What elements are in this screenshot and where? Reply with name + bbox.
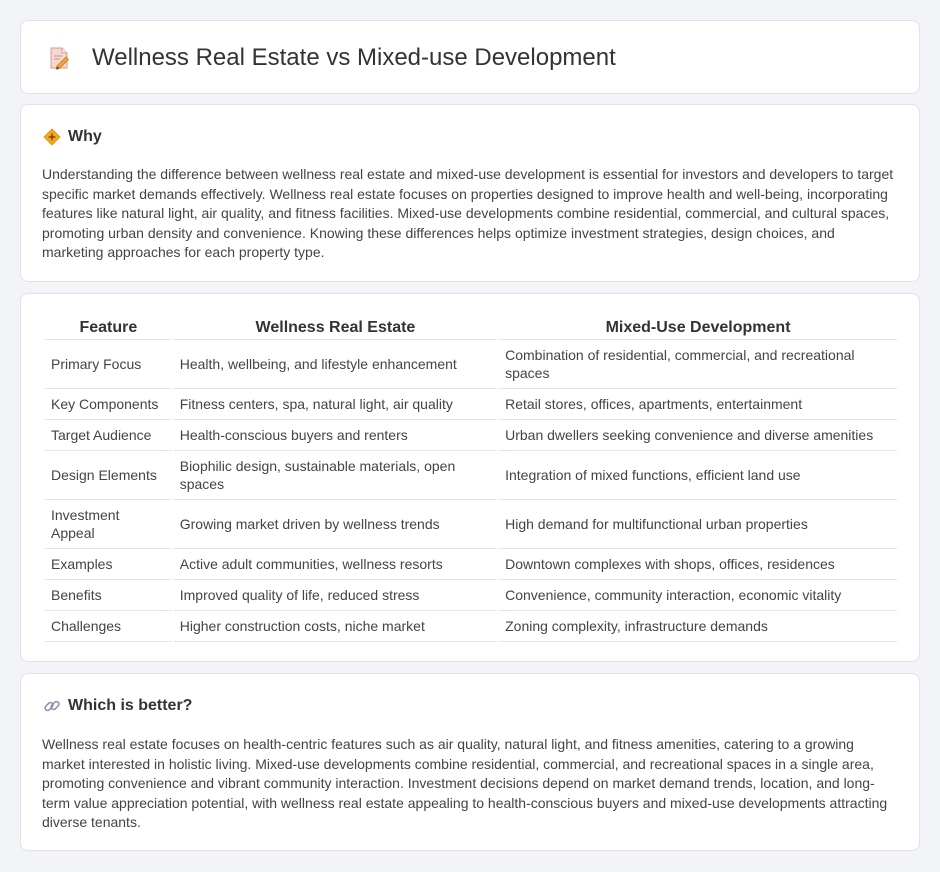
table-row: Challenges Higher construction costs, ni… (45, 611, 897, 642)
comparison-section: Feature Wellness Real Estate Mixed-Use D… (20, 293, 920, 662)
table-cell: Biophilic design, sustainable materials,… (173, 451, 498, 500)
table-cell: Integration of mixed functions, efficien… (499, 451, 897, 500)
which-better-section: Which is better? Wellness real estate fo… (20, 673, 920, 851)
page-title: Wellness Real Estate vs Mixed-use Develo… (92, 44, 616, 71)
table-row: Benefits Improved quality of life, reduc… (45, 580, 897, 611)
table-cell: Examples (45, 549, 172, 580)
table-cell: Challenges (45, 611, 172, 642)
column-header: Mixed-Use Development (499, 314, 897, 340)
table-cell: Investment Appeal (45, 500, 172, 549)
why-section: Why Understanding the difference between… (20, 104, 920, 282)
table-cell: Zoning complexity, infrastructure demand… (499, 611, 897, 642)
table-cell: Urban dwellers seeking convenience and d… (499, 420, 897, 451)
column-header: Feature (45, 314, 172, 340)
table-cell: Primary Focus (45, 340, 172, 389)
table-cell: Health-conscious buyers and renters (173, 420, 498, 451)
why-title: Why (68, 128, 102, 145)
table-cell: Target Audience (45, 420, 172, 451)
why-paragraph: Understanding the difference between wel… (42, 166, 894, 260)
table-cell: Retail stores, offices, apartments, ente… (499, 389, 897, 420)
table-row: Examples Active adult communities, welln… (45, 549, 897, 580)
table-row: Design Elements Biophilic design, sustai… (45, 451, 897, 500)
table-cell: Downtown complexes with shops, offices, … (499, 549, 897, 580)
why-heading: Why (43, 127, 102, 147)
table-cell: Combination of residential, commercial, … (499, 340, 897, 389)
table-cell: Active adult communities, wellness resor… (173, 549, 498, 580)
table-cell: Health, wellbeing, and lifestyle enhance… (173, 340, 498, 389)
table-cell: Convenience, community interaction, econ… (499, 580, 897, 611)
better-heading: Which is better? (43, 696, 192, 716)
table-header-row: Feature Wellness Real Estate Mixed-Use D… (45, 314, 897, 340)
table-cell: Design Elements (45, 451, 172, 500)
table-cell: Improved quality of life, reduced stress (173, 580, 498, 611)
column-header: Wellness Real Estate (173, 314, 498, 340)
better-title: Which is better? (68, 697, 193, 714)
header-card: Wellness Real Estate vs Mixed-use Develo… (20, 20, 920, 94)
better-paragraph: Wellness real estate focuses on health-c… (42, 736, 888, 830)
table-cell: Fitness centers, spa, natural light, air… (173, 389, 498, 420)
link-icon (43, 697, 61, 715)
table-cell: High demand for multifunctional urban pr… (499, 500, 897, 549)
table-row: Primary Focus Health, wellbeing, and lif… (45, 340, 897, 389)
table-cell: Growing market driven by wellness trends (173, 500, 498, 549)
table-cell: Benefits (45, 580, 172, 611)
comparison-table: Feature Wellness Real Estate Mixed-Use D… (43, 314, 899, 642)
document-pencil-icon (47, 46, 71, 70)
table-cell: Key Components (45, 389, 172, 420)
table-cell: Higher construction costs, niche market (173, 611, 498, 642)
table-row: Key Components Fitness centers, spa, nat… (45, 389, 897, 420)
diamond-icon (43, 128, 61, 146)
table-row: Investment Appeal Growing market driven … (45, 500, 897, 549)
table-row: Target Audience Health-conscious buyers … (45, 420, 897, 451)
